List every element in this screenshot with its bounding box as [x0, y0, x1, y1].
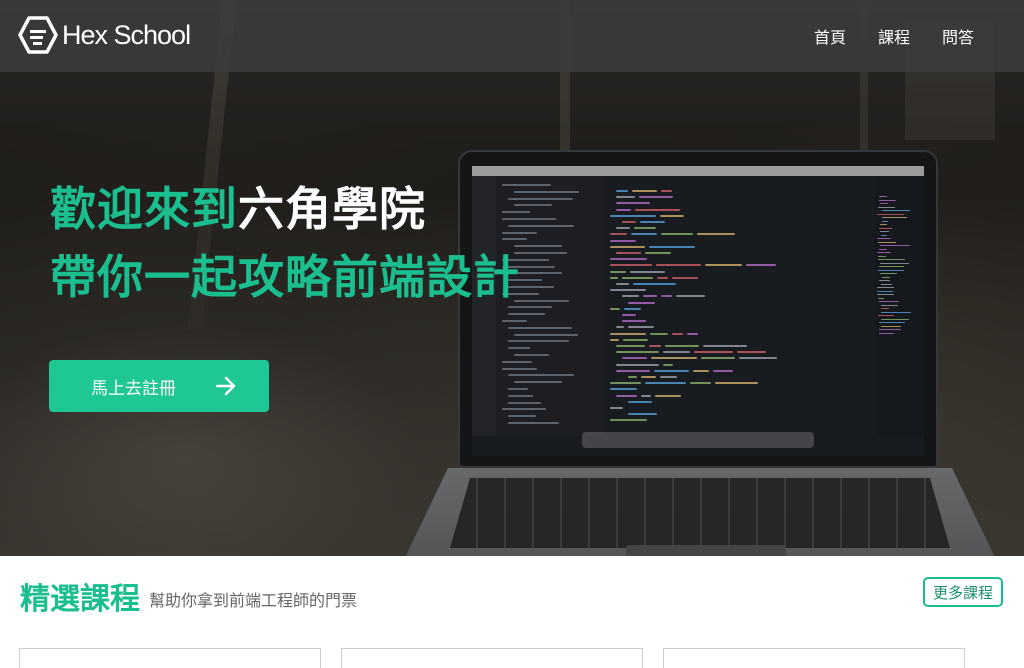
- hero-heading-line-2: 帶你一起攻略前端設計: [50, 250, 520, 304]
- brand-name: Hex School: [62, 19, 191, 50]
- course-card[interactable]: [663, 648, 965, 668]
- nav-link-home[interactable]: 首頁: [814, 24, 846, 48]
- course-card[interactable]: [341, 648, 643, 668]
- top-navbar: Hex School 首頁 課程 問答: [0, 0, 1024, 72]
- featured-courses-section: 精選課程 幫助你拿到前端工程師的門票 更多課程: [0, 556, 1024, 668]
- nav-link-courses[interactable]: 課程: [878, 24, 910, 48]
- section-title: 精選課程: [20, 582, 140, 617]
- arrow-right-icon: [215, 376, 236, 396]
- main-nav: 首頁 課程 問答: [814, 24, 974, 48]
- course-card[interactable]: [19, 648, 321, 668]
- more-courses-button[interactable]: 更多課程: [923, 577, 1003, 607]
- hero-school-name: 六角學院: [238, 182, 426, 236]
- section-subtitle: 幫助你拿到前端工程師的門票: [149, 591, 358, 610]
- hero-heading: 歡迎來到六角學院 帶你一起攻略前端設計: [50, 175, 520, 311]
- nav-link-qa[interactable]: 問答: [942, 24, 974, 48]
- hero-welcome-text: 歡迎來到: [50, 182, 238, 236]
- hero-heading-line-1: 歡迎來到六角學院: [50, 175, 520, 243]
- brand-logo[interactable]: Hex School: [18, 15, 191, 55]
- signup-button-label: 馬上去註冊: [91, 378, 176, 399]
- hexagon-logo-icon: [18, 16, 58, 54]
- signup-button[interactable]: 馬上去註冊: [49, 360, 269, 412]
